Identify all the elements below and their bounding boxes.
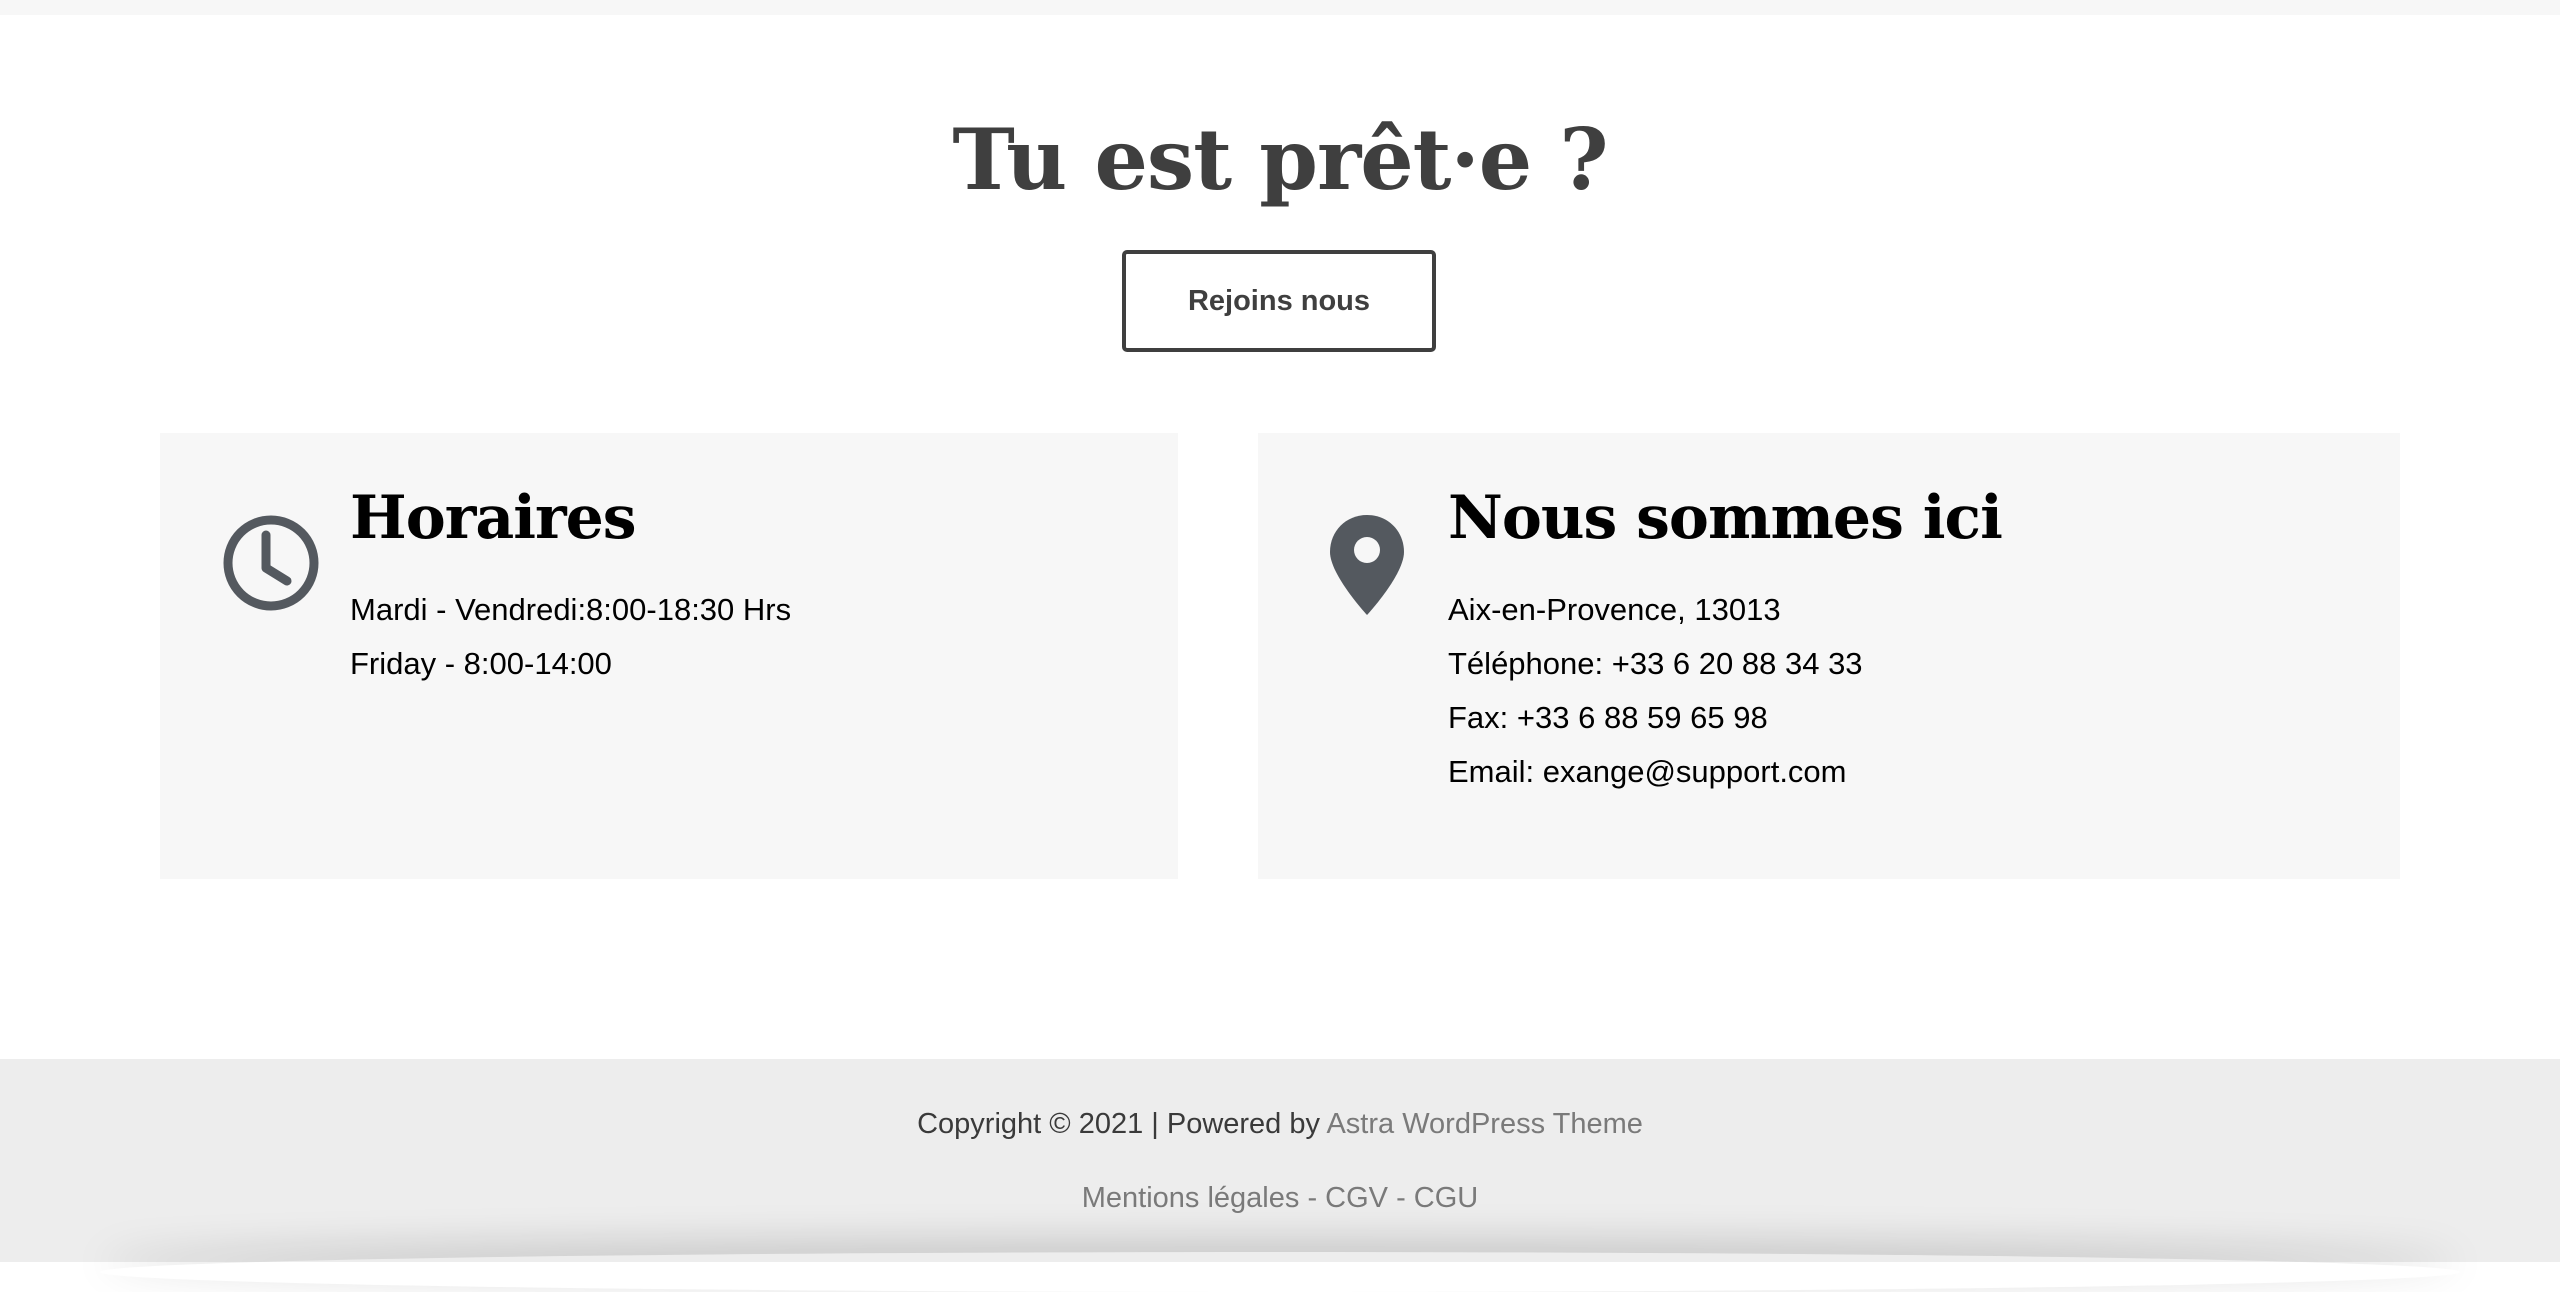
location-card: Nous sommes ici Aix-en-Provence, 13013 T… xyxy=(1258,433,2400,879)
fax-line: Fax: +33 6 88 59 65 98 xyxy=(1448,700,1768,735)
clock-icon xyxy=(221,513,321,613)
site-footer: Copyright © 2021 | Powered by Astra Word… xyxy=(0,1059,2560,1262)
hours-line: Friday - 8:00-14:00 xyxy=(350,646,612,681)
address-line: Aix-en-Provence, 13013 xyxy=(1448,592,1781,627)
join-us-button[interactable]: Rejoins nous xyxy=(1122,250,1436,352)
map-pin-icon xyxy=(1328,513,1406,617)
footer-shadow xyxy=(100,1252,2460,1292)
legal-separator: - xyxy=(1388,1182,1414,1214)
hours-lines: Mardi - Vendredi:8:00-18:30 Hrs Friday -… xyxy=(350,583,791,691)
cgv-link[interactable]: CGV xyxy=(1325,1182,1388,1214)
legal-separator: - xyxy=(1299,1182,1326,1214)
cgu-link[interactable]: CGU xyxy=(1414,1182,1478,1214)
hours-title: Horaires xyxy=(350,483,637,553)
legal-links: Mentions légales - CGV - CGU xyxy=(0,1178,2560,1218)
copyright-text: Copyright © 2021 | Powered by xyxy=(917,1108,1327,1140)
cta-title: Tu est prêt·e ? xyxy=(952,110,1608,209)
email-line: Email: exange@support.com xyxy=(1448,754,1847,789)
phone-line: Téléphone: +33 6 20 88 34 33 xyxy=(1448,646,1863,681)
copyright: Copyright © 2021 | Powered by Astra Word… xyxy=(0,1104,2560,1144)
location-lines: Aix-en-Provence, 13013 Téléphone: +33 6 … xyxy=(1448,583,1863,799)
astra-theme-link[interactable]: Astra WordPress Theme xyxy=(1326,1108,1642,1140)
location-title: Nous sommes ici xyxy=(1448,483,2003,553)
mentions-legales-link[interactable]: Mentions légales xyxy=(1082,1182,1300,1214)
hours-line: Mardi - Vendredi:8:00-18:30 Hrs xyxy=(350,592,792,627)
top-strip xyxy=(0,0,2560,15)
hours-card: Horaires Mardi - Vendredi:8:00-18:30 Hrs… xyxy=(160,433,1178,879)
